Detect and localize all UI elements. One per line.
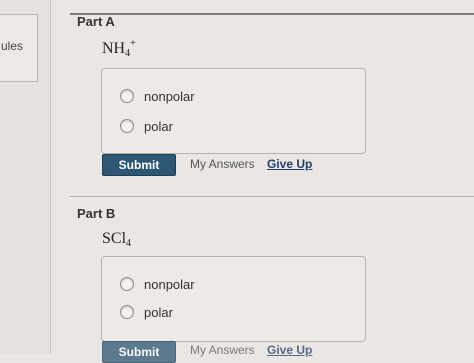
left-nav-box[interactable]: ules bbox=[0, 14, 38, 82]
part-b-formula-base: SCl bbox=[102, 230, 127, 247]
radio-button[interactable] bbox=[120, 119, 134, 133]
option-label: polar bbox=[144, 118, 173, 134]
part-b-submit-button[interactable]: Submit bbox=[102, 341, 176, 363]
part-a-options: nonpolar polar bbox=[101, 68, 366, 154]
part-b-title: Part B bbox=[77, 206, 116, 221]
part-a-formula-subscript: 4 bbox=[125, 48, 131, 59]
part-a-give-up-link[interactable]: Give Up bbox=[267, 157, 312, 171]
top-divider bbox=[70, 13, 474, 15]
part-b-give-up-link[interactable]: Give Up bbox=[267, 343, 312, 357]
part-b-formula: SCl4 bbox=[102, 230, 131, 249]
option-label: polar bbox=[144, 304, 173, 320]
option-label: nonpolar bbox=[144, 276, 195, 292]
left-panel: ules bbox=[0, 0, 51, 354]
option-label: nonpolar bbox=[144, 88, 195, 104]
part-a-formula-superscript: + bbox=[130, 38, 136, 49]
part-b-option-nonpolar[interactable]: nonpolar bbox=[120, 275, 195, 293]
radio-button[interactable] bbox=[120, 305, 134, 319]
part-b-my-answers-link[interactable]: My Answers bbox=[190, 343, 255, 357]
part-a-option-polar[interactable]: polar bbox=[120, 117, 173, 135]
left-nav-label: ules bbox=[1, 39, 24, 53]
part-a-formula-base: NH bbox=[102, 40, 126, 57]
part-a-my-answers-link[interactable]: My Answers bbox=[190, 157, 255, 171]
part-b-formula-subscript: 4 bbox=[126, 238, 132, 249]
part-a-title: Part A bbox=[77, 14, 115, 29]
radio-button[interactable] bbox=[120, 277, 134, 291]
part-a-submit-button[interactable]: Submit bbox=[102, 154, 176, 176]
part-a-formula: NH4+ bbox=[102, 38, 136, 59]
part-a-option-nonpolar[interactable]: nonpolar bbox=[120, 87, 195, 105]
part-b-options: nonpolar polar bbox=[101, 256, 366, 342]
part-b-option-polar[interactable]: polar bbox=[120, 303, 173, 321]
radio-button[interactable] bbox=[120, 89, 134, 103]
section-divider bbox=[70, 196, 474, 197]
